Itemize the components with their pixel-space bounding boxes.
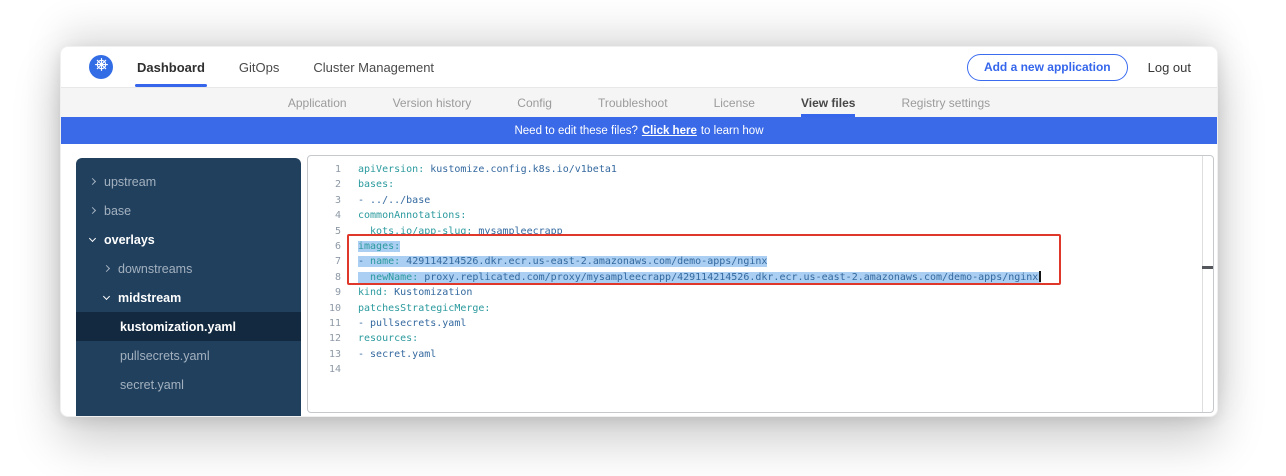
edit-files-banner: Need to edit these files? Click here to … <box>61 117 1217 144</box>
file-tree-item-label: downstreams <box>118 262 192 276</box>
line-text: newName: proxy.replicated.com/proxy/mysa… <box>347 270 1041 285</box>
sub-nav-tab-license[interactable]: License <box>714 88 755 117</box>
line-number: 4 <box>308 208 347 223</box>
line-text: resources: <box>347 331 418 346</box>
sub-nav-tab-config[interactable]: Config <box>517 88 552 117</box>
line-number: 5 <box>308 224 347 239</box>
sub-nav-tab-view-files[interactable]: View files <box>801 88 855 117</box>
line-number: 8 <box>308 270 347 285</box>
sub-nav-tab-version-history[interactable]: Version history <box>393 88 472 117</box>
code-line-2: 2bases: <box>308 177 1213 192</box>
line-text: - name: 429114214526.dkr.ecr.us-east-2.a… <box>347 254 767 269</box>
line-text: - pullsecrets.yaml <box>347 316 466 331</box>
line-text: images: <box>347 239 400 254</box>
banner-click-here-link[interactable]: Click here <box>642 125 697 137</box>
file-tree-item-label: overlays <box>104 233 155 247</box>
text-caret <box>1039 271 1041 282</box>
kubernetes-icon <box>94 57 109 77</box>
text-selection: images: <box>358 241 400 252</box>
top-nav: Dashboard GitOps Cluster Management Add a … <box>61 47 1217 88</box>
file-tree-item-upstream[interactable]: upstream <box>76 167 301 196</box>
cursor-position-marker <box>1202 266 1213 269</box>
file-tree-item-downstreams[interactable]: downstreams <box>76 254 301 283</box>
file-tree-item-label: kustomization.yaml <box>120 320 236 334</box>
app-logo[interactable] <box>89 55 113 79</box>
line-text: - ../../base <box>347 193 430 208</box>
line-number: 1 <box>308 162 347 177</box>
line-number: 11 <box>308 316 347 331</box>
code-line-1: 1apiVersion: kustomize.config.k8s.io/v1b… <box>308 162 1213 177</box>
banner-text-before: Need to edit these files? <box>514 125 637 137</box>
line-text: commonAnnotations: <box>347 208 466 223</box>
top-nav-tabs: Dashboard GitOps Cluster Management <box>137 47 434 87</box>
text-selection: - name: 429114214526.dkr.ecr.us-east-2.a… <box>358 256 767 267</box>
file-tree-item-label: secret.yaml <box>120 378 184 392</box>
line-text <box>347 362 358 377</box>
top-nav-tab-dashboard[interactable]: Dashboard <box>137 47 205 87</box>
line-text: bases: <box>347 177 394 192</box>
top-nav-right: Add a new application Log out <box>967 54 1191 81</box>
file-tree-item-label: pullsecrets.yaml <box>120 349 210 363</box>
line-number: 9 <box>308 285 347 300</box>
code-line-14: 14 <box>308 362 1213 377</box>
line-text: patchesStrategicMerge: <box>347 301 490 316</box>
code-line-11: 11- pullsecrets.yaml <box>308 316 1213 331</box>
chevron-down-icon <box>103 292 110 299</box>
code-line-13: 13- secret.yaml <box>308 347 1213 362</box>
line-number: 10 <box>308 301 347 316</box>
code-line-8: 8 newName: proxy.replicated.com/proxy/my… <box>308 270 1213 285</box>
file-tree-item-label: base <box>104 204 131 218</box>
line-text: kots.io/app-slug: mysampleecrapp <box>347 224 563 239</box>
code-line-3: 3- ../../base <box>308 193 1213 208</box>
chevron-right-icon <box>103 265 110 272</box>
line-number: 7 <box>308 254 347 269</box>
sub-nav-tab-registry-settings[interactable]: Registry settings <box>901 88 990 117</box>
top-nav-tab-gitops[interactable]: GitOps <box>239 47 279 87</box>
file-tree-item-kustomization-yaml[interactable]: kustomization.yaml <box>76 312 301 341</box>
line-number: 2 <box>308 177 347 192</box>
file-tree-item-label: midstream <box>118 291 181 305</box>
chevron-down-icon <box>89 234 96 241</box>
text-selection: newName: proxy.replicated.com/proxy/mysa… <box>358 272 1041 283</box>
line-number: 6 <box>308 239 347 254</box>
banner-text-after: to learn how <box>701 125 764 137</box>
line-text: kind: Kustomization <box>347 285 472 300</box>
file-tree: upstream base overlays downstreams midstream… <box>76 158 301 417</box>
line-text: apiVersion: kustomize.config.k8s.io/v1be… <box>347 162 617 177</box>
code-line-7: 7 - name: 429114214526.dkr.ecr.us-east-2.… <box>308 254 1213 269</box>
line-number: 13 <box>308 347 347 362</box>
line-number: 14 <box>308 362 347 377</box>
view-files-content: upstream base overlays downstreams midstream… <box>61 144 1217 417</box>
overview-ruler <box>1202 156 1203 412</box>
file-tree-item-secret-yaml[interactable]: secret.yaml <box>76 370 301 399</box>
code-area[interactable]: 1apiVersion: kustomize.config.k8s.io/v1b… <box>308 156 1213 412</box>
file-tree-item-label: upstream <box>104 175 156 189</box>
file-tree-item-pullsecrets-yaml[interactable]: pullsecrets.yaml <box>76 341 301 370</box>
code-line-4: 4commonAnnotations: <box>308 208 1213 223</box>
logout-button[interactable]: Log out <box>1148 60 1191 75</box>
admin-console-window: Dashboard GitOps Cluster Management Add a … <box>60 46 1218 417</box>
line-number: 3 <box>308 193 347 208</box>
chevron-right-icon <box>89 178 96 185</box>
add-new-application-button[interactable]: Add a new application <box>967 54 1128 81</box>
code-line-5: 5 kots.io/app-slug: mysampleecrapp <box>308 224 1213 239</box>
code-line-6: 6 images: <box>308 239 1213 254</box>
top-nav-tab-cluster-management[interactable]: Cluster Management <box>313 47 434 87</box>
line-number: 12 <box>308 331 347 346</box>
page: Dashboard GitOps Cluster Management Add a … <box>0 0 1286 476</box>
line-text: - secret.yaml <box>347 347 436 362</box>
sub-nav-tab-application[interactable]: Application <box>288 88 347 117</box>
sub-nav-tab-troubleshoot[interactable]: Troubleshoot <box>598 88 668 117</box>
file-tree-item-overlays[interactable]: overlays <box>76 225 301 254</box>
code-line-9: 9kind: Kustomization <box>308 285 1213 300</box>
code-line-10: 10patchesStrategicMerge: <box>308 301 1213 316</box>
sub-nav-tabs: Application Version history Config Troubles… <box>61 88 1217 117</box>
editor-panel[interactable]: 1apiVersion: kustomize.config.k8s.io/v1b… <box>307 155 1214 413</box>
chevron-right-icon <box>89 207 96 214</box>
file-tree-item-base[interactable]: base <box>76 196 301 225</box>
code-line-12: 12resources: <box>308 331 1213 346</box>
file-tree-item-midstream[interactable]: midstream <box>76 283 301 312</box>
